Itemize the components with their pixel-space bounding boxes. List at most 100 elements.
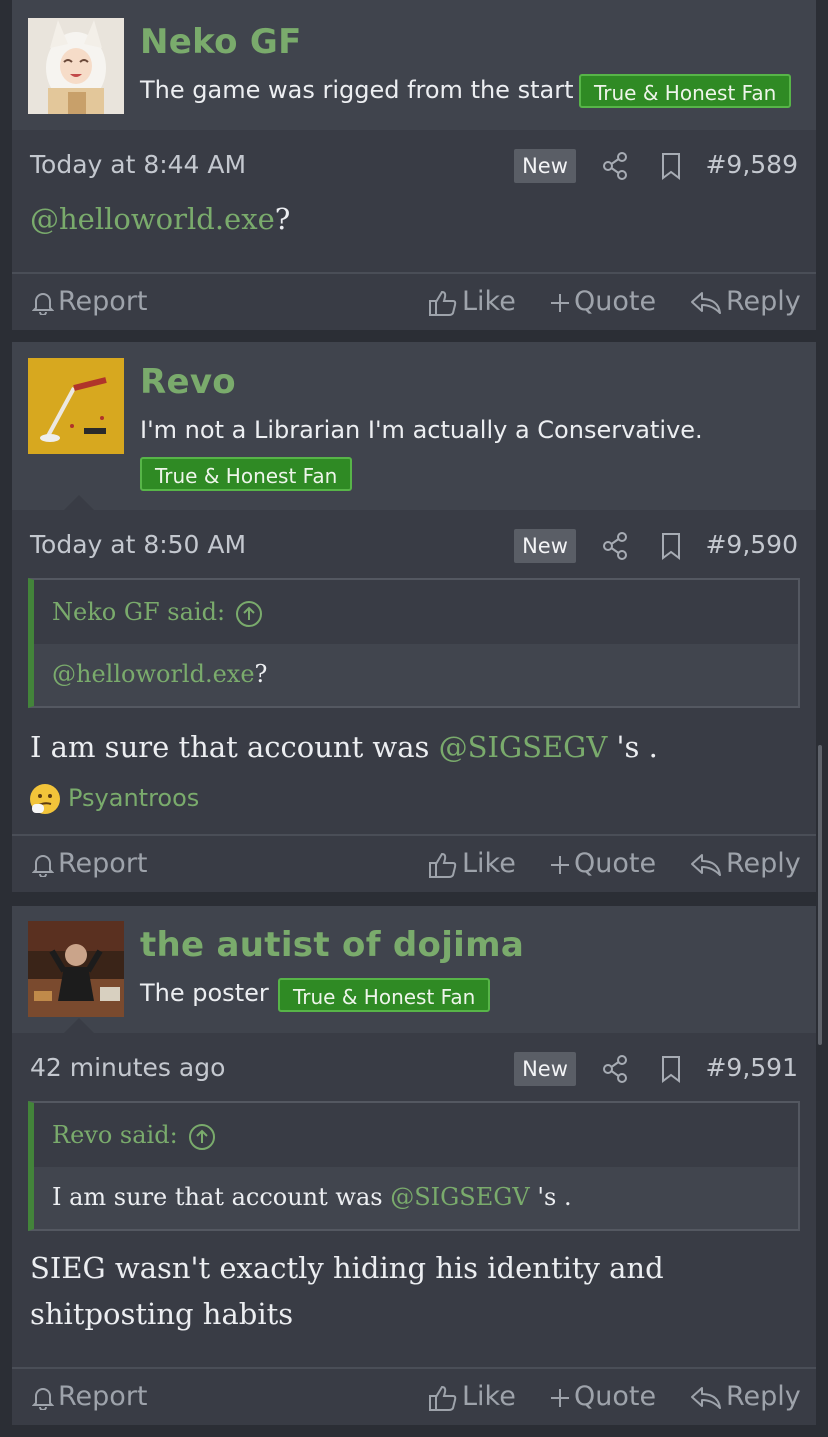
quote-header[interactable]: Revo said: [34, 1103, 798, 1167]
quote-header[interactable]: Neko GF said: [34, 580, 798, 644]
like-label: Like [462, 1381, 516, 1412]
like-button[interactable]: Like [428, 274, 516, 330]
like-button[interactable]: Like [428, 836, 516, 892]
user-title: The poster [140, 979, 269, 1007]
arrow-up-circle-icon[interactable] [188, 1123, 216, 1151]
mention-link[interactable]: @helloworld.exe [30, 202, 275, 236]
bookmark-icon[interactable] [660, 1055, 682, 1083]
quote-block: Revo said: I am sure that account was @S… [28, 1101, 800, 1231]
reply-button[interactable]: Reply [690, 836, 801, 892]
post-actions: Report Like Quote Reply [12, 836, 816, 892]
mention-link[interactable]: @SIGSEGV [390, 1183, 530, 1211]
report-button[interactable]: Report [31, 274, 148, 330]
username[interactable]: the autist of dojima [140, 925, 524, 965]
quote-label: Quote [574, 848, 657, 879]
report-label: Report [58, 286, 148, 317]
quote-button[interactable]: Quote [550, 1369, 656, 1425]
user-header: the autist of dojima The poster True & H… [12, 906, 816, 1033]
reply-button[interactable]: Reply [690, 1369, 801, 1425]
arrow-up-circle-icon[interactable] [235, 600, 263, 628]
post-9589: Neko GF The game was rigged from the sta… [12, 0, 816, 330]
reply-label: Reply [726, 1381, 801, 1412]
quote-label: Quote [574, 1381, 657, 1412]
report-button[interactable]: Report [31, 1369, 148, 1425]
body-line: SIEG wasn't exactly hiding his identity … [30, 1251, 664, 1285]
reply-arrow-icon [691, 291, 721, 314]
new-badge: New [514, 149, 576, 183]
user-title: I'm not a Librarian I'm actually a Conse… [140, 416, 703, 444]
body-text: ? [274, 202, 291, 236]
quote-content: I am sure that account was @SIGSEGV 's . [34, 1167, 798, 1229]
post-body: I am sure that account was @SIGSEGV 's . [30, 724, 730, 770]
quote-text: ? [254, 660, 268, 688]
reply-button[interactable]: Reply [690, 274, 801, 330]
post-9591: the autist of dojima The poster True & H… [12, 906, 816, 1425]
quote-button[interactable]: Quote [550, 274, 656, 330]
header-pointer [64, 495, 94, 510]
post-9590: Revo I'm not a Librarian I'm actually a … [12, 342, 816, 892]
post-timestamp[interactable]: Today at 8:50 AM [30, 530, 246, 559]
quote-text: I am sure that account was [52, 1183, 391, 1211]
post-body: SIEG wasn't exactly hiding his identity … [30, 1245, 790, 1337]
avatar[interactable] [28, 358, 124, 454]
like-button[interactable]: Like [428, 1369, 516, 1425]
share-icon[interactable] [602, 1055, 628, 1083]
username[interactable]: Neko GF [140, 22, 302, 62]
post-body: @helloworld.exe? [30, 196, 730, 242]
bell-icon [31, 292, 55, 316]
thumbs-up-icon [429, 290, 457, 316]
quote-author[interactable]: Neko GF said: [52, 598, 225, 626]
bookmark-icon[interactable] [660, 152, 682, 180]
share-icon[interactable] [602, 152, 628, 180]
post-actions: Report Like Quote Reply [12, 274, 816, 330]
scrollbar[interactable] [818, 745, 822, 1045]
bell-icon [31, 1387, 55, 1411]
report-button[interactable]: Report [31, 836, 148, 892]
quote-label: Quote [574, 286, 657, 317]
like-label: Like [462, 848, 516, 879]
username[interactable]: Revo [140, 362, 236, 402]
avatar[interactable] [28, 18, 124, 114]
plus-icon [551, 855, 569, 874]
share-icon[interactable] [602, 532, 628, 560]
user-header: Neko GF The game was rigged from the sta… [12, 0, 816, 130]
post-number[interactable]: #9,589 [705, 150, 798, 179]
reply-arrow-icon [691, 853, 721, 876]
user-header: Revo I'm not a Librarian I'm actually a … [12, 342, 816, 510]
post-timestamp[interactable]: 42 minutes ago [30, 1053, 225, 1082]
mention-link[interactable]: @SIGSEGV [439, 730, 608, 764]
thinking-face-icon [30, 784, 60, 814]
quote-block: Neko GF said: @helloworld.exe? [28, 578, 800, 708]
body-text: I am sure that account was [30, 730, 439, 764]
reply-label: Reply [726, 848, 801, 879]
bell-icon [31, 854, 55, 878]
post-number[interactable]: #9,590 [705, 530, 798, 559]
header-pointer [64, 1018, 94, 1033]
body-text-suffix: 's . [607, 730, 658, 764]
reply-arrow-icon [691, 1386, 721, 1409]
plus-icon [551, 1388, 569, 1407]
quote-text-suffix: 's . [529, 1183, 572, 1211]
quote-button[interactable]: Quote [550, 836, 656, 892]
quote-content: @helloworld.exe? [34, 644, 798, 706]
like-label: Like [462, 286, 516, 317]
new-badge: New [514, 1052, 576, 1086]
post-actions: Report Like Quote Reply [12, 1369, 816, 1425]
user-banner-badge: True & Honest Fan [140, 457, 353, 491]
user-banner-badge: True & Honest Fan [579, 74, 792, 108]
bookmark-icon[interactable] [660, 532, 682, 560]
mention-link[interactable]: @helloworld.exe [52, 660, 255, 688]
thumbs-up-icon [429, 1385, 457, 1411]
body-line: shitposting habits [30, 1297, 294, 1331]
new-badge: New [514, 529, 576, 563]
reply-label: Reply [726, 286, 801, 317]
quote-author[interactable]: Revo said: [52, 1121, 178, 1149]
thumbs-up-icon [429, 852, 457, 878]
reaction-user[interactable]: Psyantroos [68, 784, 199, 812]
avatar[interactable] [28, 921, 124, 1017]
user-banner-badge: True & Honest Fan [278, 978, 491, 1012]
post-number[interactable]: #9,591 [705, 1053, 798, 1082]
user-title: The game was rigged from the start [140, 76, 574, 104]
plus-icon [551, 293, 569, 312]
post-timestamp[interactable]: Today at 8:44 AM [30, 150, 246, 179]
